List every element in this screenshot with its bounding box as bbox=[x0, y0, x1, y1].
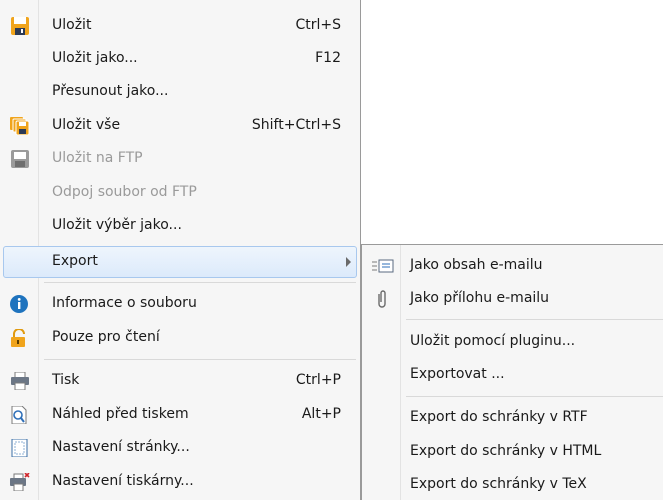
export-submenu: Jako obsah e-mailu Jako přílohu e-mailu … bbox=[361, 244, 663, 500]
menu-item-save-selection[interactable]: Uložit výběr jako... bbox=[0, 210, 360, 242]
menu-separator bbox=[44, 282, 356, 283]
printer-icon bbox=[10, 372, 30, 390]
submenu-item-label: Export do schránky v TeX bbox=[410, 476, 587, 492]
page-setup-icon bbox=[10, 439, 30, 457]
submenu-item-label: Export do schránky v HTML bbox=[410, 443, 602, 459]
menu-item-shortcut: Ctrl+S bbox=[295, 17, 341, 33]
submenu-item-label: Jako obsah e-mailu bbox=[410, 257, 543, 273]
menu-item-save-all[interactable]: Uložit vše Shift+Ctrl+S bbox=[0, 110, 360, 142]
menu-item-printer-settings[interactable]: Nastavení tiskárny... bbox=[0, 466, 360, 498]
menu-item-label: Náhled před tiskem bbox=[52, 406, 189, 422]
menu-item-export[interactable]: Export bbox=[3, 246, 357, 278]
menu-item-label: Uložit vše bbox=[52, 117, 121, 133]
menu-item-disconnect-ftp: Odpoj soubor od FTP bbox=[0, 177, 360, 209]
print-preview-icon bbox=[10, 406, 30, 424]
submenu-item-email-attachment[interactable]: Jako přílohu e-mailu bbox=[362, 283, 663, 315]
submenu-item-label: Uložit pomocí pluginu... bbox=[410, 333, 576, 349]
submenu-item-save-plugin[interactable]: Uložit pomocí pluginu... bbox=[362, 326, 663, 358]
menu-item-label: Uložit bbox=[52, 17, 92, 33]
menu-item-shortcut: Ctrl+P bbox=[295, 372, 341, 388]
menu-item-label: Přesunout jako... bbox=[52, 83, 169, 99]
submenu-item-export-rtf[interactable]: Export do schránky v RTF bbox=[362, 402, 663, 434]
submenu-item-label: Jako přílohu e-mailu bbox=[410, 290, 550, 306]
menu-item-print[interactable]: Tisk Ctrl+P bbox=[0, 365, 360, 397]
save-icon bbox=[10, 17, 30, 35]
submenu-item-exportovat[interactable]: Exportovat ... bbox=[362, 359, 663, 391]
submenu-item-export-tex[interactable]: Export do schránky v TeX bbox=[362, 469, 663, 501]
menu-item-label: Nastavení stránky... bbox=[52, 439, 190, 455]
submenu-separator bbox=[406, 396, 663, 397]
menu-item-label: Informace o souboru bbox=[52, 295, 197, 311]
file-menu: Uložit Ctrl+S Uložit jako... F12 Přesuno… bbox=[0, 0, 361, 500]
menu-item-shortcut: Alt+P bbox=[301, 406, 341, 422]
menu-item-shortcut: Shift+Ctrl+S bbox=[251, 117, 341, 133]
submenu-arrow-icon bbox=[346, 257, 351, 267]
menu-item-save-ftp: Uložit na FTP bbox=[0, 143, 360, 175]
menu-item-shortcut: F12 bbox=[315, 50, 341, 66]
info-icon bbox=[10, 295, 30, 313]
email-body-icon bbox=[372, 257, 394, 275]
paperclip-icon bbox=[372, 290, 392, 308]
ftp-icon bbox=[10, 150, 30, 168]
submenu-item-email-body[interactable]: Jako obsah e-mailu bbox=[362, 250, 663, 282]
menu-item-label: Odpoj soubor od FTP bbox=[52, 184, 197, 200]
menu-item-file-info[interactable]: Informace o souboru bbox=[0, 288, 360, 320]
menu-item-move-as[interactable]: Přesunout jako... bbox=[0, 76, 360, 108]
menu-separator bbox=[44, 359, 356, 360]
menu-item-label: Uložit jako... bbox=[52, 50, 138, 66]
menu-item-page-setup[interactable]: Nastavení stránky... bbox=[0, 432, 360, 464]
menu-item-label: Pouze pro čtení bbox=[52, 329, 160, 345]
menu-item-label: Uložit na FTP bbox=[52, 150, 143, 166]
submenu-item-label: Exportovat ... bbox=[410, 366, 505, 382]
menu-item-label: Nastavení tiskárny... bbox=[52, 473, 194, 489]
menu-item-label: Export bbox=[52, 253, 98, 269]
printer-settings-icon bbox=[10, 473, 30, 491]
menu-item-label: Uložit výběr jako... bbox=[52, 217, 182, 233]
menu-item-save-as[interactable]: Uložit jako... F12 bbox=[0, 43, 360, 75]
submenu-item-label: Export do schránky v RTF bbox=[410, 409, 588, 425]
menu-item-print-preview[interactable]: Náhled před tiskem Alt+P bbox=[0, 399, 360, 431]
submenu-separator bbox=[406, 319, 663, 320]
menu-item-label: Tisk bbox=[52, 372, 80, 388]
menu-item-read-only[interactable]: Pouze pro čtení bbox=[0, 322, 360, 354]
save-all-icon bbox=[10, 117, 30, 135]
lock-icon bbox=[10, 329, 30, 347]
menu-item-save[interactable]: Uložit Ctrl+S bbox=[0, 10, 360, 42]
submenu-item-export-html[interactable]: Export do schránky v HTML bbox=[362, 436, 663, 468]
